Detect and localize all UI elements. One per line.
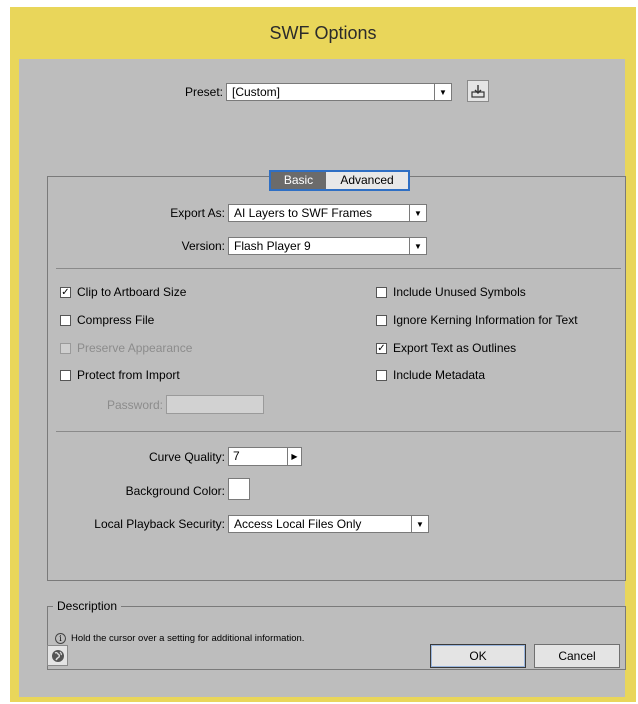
section-divider: [56, 431, 621, 432]
protect-from-import-checkbox[interactable]: [60, 370, 71, 381]
background-color-label: Background Color:: [125, 484, 225, 498]
export-as-select[interactable]: AI Layers to SWF Frames ▼: [228, 204, 427, 222]
include-metadata-label: Include Metadata: [393, 368, 486, 382]
section-divider: [56, 268, 621, 269]
dialog-title: SWF Options: [269, 22, 377, 43]
version-label: Version:: [181, 239, 225, 253]
dialog-window: SWF Options Preset: [Custom] ▼ Basic Adv…: [10, 7, 636, 702]
compress-file-checkbox[interactable]: [60, 315, 71, 326]
save-preset-icon: [471, 85, 485, 98]
version-value: Flash Player 9: [234, 239, 311, 253]
compress-file-label: Compress File: [77, 313, 155, 327]
tab-bar: Basic Advanced: [269, 170, 410, 191]
globe-icon: [51, 649, 64, 662]
save-preset-button[interactable]: [467, 80, 489, 102]
description-label: Description: [53, 598, 122, 614]
version-select[interactable]: Flash Player 9 ▼: [228, 237, 427, 255]
background-color-swatch[interactable]: [228, 478, 250, 500]
export-as-label: Export As:: [170, 206, 225, 220]
chevron-right-icon: ▶: [291, 452, 298, 461]
password-field: [166, 395, 264, 414]
include-metadata-checkbox[interactable]: [376, 370, 387, 381]
local-playback-value: Access Local Files Only: [234, 517, 362, 531]
chevron-down-icon: ▼: [409, 205, 426, 221]
curve-quality-value: 7: [233, 449, 240, 463]
cancel-button[interactable]: Cancel: [534, 644, 620, 668]
web-help-button[interactable]: [47, 645, 68, 666]
local-playback-select[interactable]: Access Local Files Only ▼: [228, 515, 429, 533]
info-icon: i: [55, 633, 66, 644]
ignore-kerning-checkbox[interactable]: [376, 315, 387, 326]
include-unused-symbols-label: Include Unused Symbols: [393, 285, 526, 299]
export-text-outlines-label: Export Text as Outlines: [393, 341, 517, 355]
preset-label: Preset:: [184, 85, 223, 99]
clip-to-artboard-checkbox[interactable]: ✓: [60, 287, 71, 298]
chevron-down-icon: ▼: [411, 516, 428, 532]
password-label: Password:: [106, 398, 163, 412]
tab-advanced[interactable]: Advanced: [326, 172, 408, 189]
include-unused-symbols-checkbox[interactable]: [376, 287, 387, 298]
preset-select[interactable]: [Custom] ▼: [226, 83, 452, 101]
dialog-body: Preset: [Custom] ▼ Basic Advanced Export…: [19, 59, 626, 697]
ignore-kerning-label: Ignore Kerning Information for Text: [393, 313, 578, 327]
curve-quality-label: Curve Quality:: [148, 450, 225, 464]
curve-quality-stepper[interactable]: ▶: [287, 447, 302, 466]
curve-quality-input[interactable]: 7: [228, 447, 289, 466]
chevron-down-icon: ▼: [434, 84, 451, 100]
description-text: Hold the cursor over a setting for addit…: [71, 633, 305, 644]
export-text-outlines-checkbox[interactable]: ✓: [376, 343, 387, 354]
preserve-appearance-checkbox: [60, 343, 71, 354]
export-as-value: AI Layers to SWF Frames: [234, 206, 373, 220]
protect-from-import-label: Protect from Import: [77, 368, 180, 382]
preset-value: [Custom]: [232, 85, 281, 99]
chevron-down-icon: ▼: [409, 238, 426, 254]
clip-to-artboard-label: Clip to Artboard Size: [77, 285, 187, 299]
ok-button[interactable]: OK: [430, 644, 526, 668]
preserve-appearance-label: Preserve Appearance: [77, 341, 193, 355]
tab-basic[interactable]: Basic: [271, 172, 326, 189]
local-playback-label: Local Playback Security:: [94, 517, 225, 531]
